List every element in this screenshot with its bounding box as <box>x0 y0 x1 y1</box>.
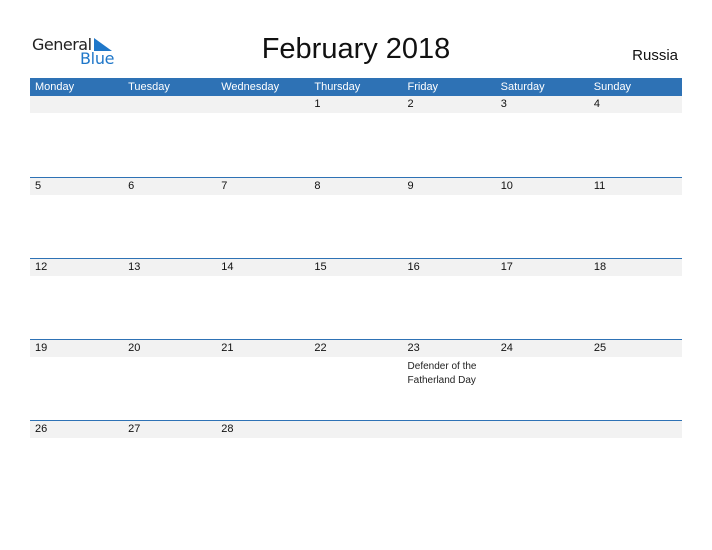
day-cell: 28 <box>216 421 309 502</box>
day-number: 12 <box>35 261 48 273</box>
day-number: 21 <box>221 342 234 354</box>
day-number: 8 <box>314 180 321 192</box>
day-number: 18 <box>593 261 607 273</box>
day-cell: 4 <box>589 96 682 177</box>
day-number: 20 <box>128 342 141 354</box>
day-number: 23 <box>407 342 420 354</box>
day-number: 10 <box>500 180 513 192</box>
day-cell: 25 <box>589 340 682 421</box>
day-number: 17 <box>500 261 513 273</box>
day-cell <box>216 96 309 177</box>
day-cell: 3 <box>496 96 589 177</box>
day-number: 16 <box>407 261 420 273</box>
day-cell: 9 <box>403 178 496 259</box>
week-row: 19 20 21 22 23 Defender of the Fatherland Day… <box>30 339 682 421</box>
day-number: 4 <box>593 98 600 110</box>
day-cell <box>589 421 682 502</box>
day-cell: 15 <box>309 259 402 340</box>
day-cell: 5 <box>30 178 123 259</box>
day-number: 15 <box>314 261 327 273</box>
day-number: 19 <box>35 342 48 354</box>
day-cell: 7 <box>216 178 309 259</box>
day-cell: 16 <box>403 259 496 340</box>
day-cell: 19 <box>30 340 123 421</box>
day-cell: 23 Defender of the Fatherland Day <box>403 340 496 421</box>
holiday-label: Defender of the Fatherland Day <box>407 361 477 386</box>
day-number: 2 <box>407 98 414 110</box>
day-cell <box>309 421 402 502</box>
week-row: 12 13 14 15 16 17 18 <box>30 258 682 340</box>
day-number: 6 <box>128 180 135 192</box>
day-number: 11 <box>593 180 606 192</box>
day-cell: 21 <box>216 340 309 421</box>
day-cell: 12 <box>30 259 123 340</box>
day-number: 24 <box>500 342 513 354</box>
day-number: 22 <box>314 342 327 354</box>
day-number: 9 <box>407 180 414 192</box>
day-cell: 2 <box>403 96 496 177</box>
day-number: 5 <box>35 180 42 192</box>
day-cell: 14 <box>216 259 309 340</box>
day-cell <box>403 421 496 502</box>
day-cell: 18 <box>589 259 682 340</box>
day-number: 26 <box>35 423 48 435</box>
weekday-thursday: Thursday <box>314 81 361 93</box>
day-cell: 10 <box>496 178 589 259</box>
day-cell: 24 <box>496 340 589 421</box>
day-number: 1 <box>314 98 321 110</box>
week-row: 26 27 28 <box>30 420 682 502</box>
weekday-friday: Friday <box>407 81 439 93</box>
weekday-monday: Monday <box>35 81 75 93</box>
weekday-saturday: Saturday <box>500 81 545 93</box>
weekday-sunday: Sunday <box>593 81 632 93</box>
day-number: 14 <box>221 261 234 273</box>
day-number: 28 <box>221 423 234 435</box>
day-cell <box>30 96 123 177</box>
day-cell: 22 <box>309 340 402 421</box>
weekday-tuesday: Tuesday <box>128 81 170 93</box>
week-row: 1 2 3 4 <box>30 96 682 177</box>
day-number: 27 <box>128 423 141 435</box>
day-cell: 27 <box>123 421 216 502</box>
day-cell: 20 <box>123 340 216 421</box>
weekday-header: Monday Tuesday Wednesday Thursday Friday… <box>30 78 682 96</box>
day-cell <box>123 96 216 177</box>
week-row: 5 6 7 8 9 10 11 <box>30 177 682 259</box>
day-cell: 6 <box>123 178 216 259</box>
page-title: February 2018 <box>261 33 451 65</box>
day-number: 7 <box>221 180 228 192</box>
day-cell: 8 <box>309 178 402 259</box>
day-cell: 13 <box>123 259 216 340</box>
country-label: Russia <box>632 47 678 64</box>
day-cell: 26 <box>30 421 123 502</box>
day-number: 13 <box>128 261 141 273</box>
day-cell: 1 <box>309 96 402 177</box>
day-cell <box>496 421 589 502</box>
day-number: 3 <box>500 98 507 110</box>
day-cell: 11 <box>589 178 682 259</box>
day-number: 25 <box>593 342 607 354</box>
day-cell: 17 <box>496 259 589 340</box>
weekday-wednesday: Wednesday <box>221 81 280 93</box>
